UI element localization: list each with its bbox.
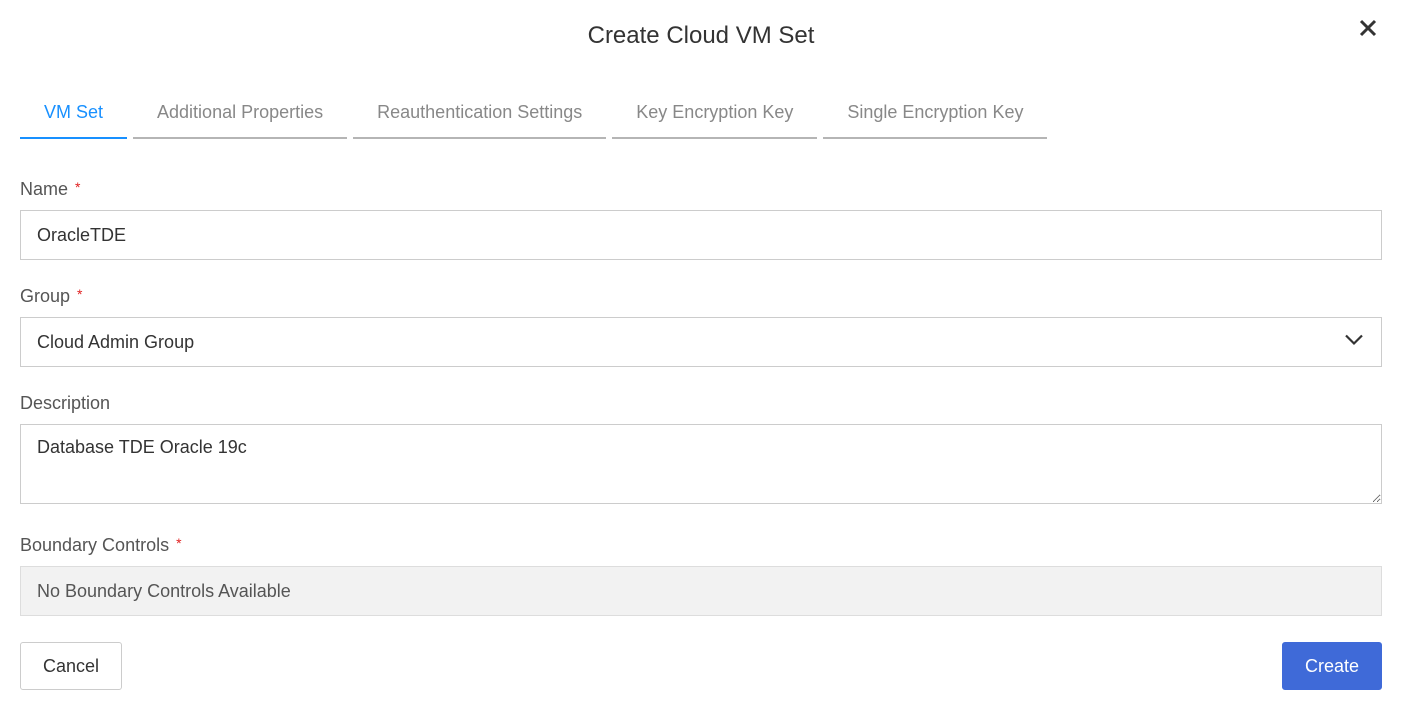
description-input[interactable] [20,424,1382,504]
field-description: Description [20,393,1382,509]
group-label: Group * [20,286,83,307]
create-button[interactable]: Create [1282,642,1382,690]
dialog-footer: Cancel Create [20,642,1382,710]
tab-additional-properties[interactable]: Additional Properties [133,90,347,139]
tabs: VM Set Additional Properties Reauthentic… [20,90,1382,139]
field-boundary-controls: Boundary Controls * No Boundary Controls… [20,535,1382,616]
dialog-title: Create Cloud VM Set [20,22,1382,50]
tab-reauthentication-settings[interactable]: Reauthentication Settings [353,90,606,139]
tab-key-encryption-key[interactable]: Key Encryption Key [612,90,817,139]
required-mark: * [176,535,181,551]
group-label-text: Group [20,286,70,306]
dialog-header: Create Cloud VM Set [20,0,1382,60]
tab-vm-set[interactable]: VM Set [20,90,127,139]
field-group: Group * Cloud Admin Group [20,286,1382,367]
required-mark: * [77,286,82,302]
boundary-label-text: Boundary Controls [20,535,169,555]
boundary-label: Boundary Controls * [20,535,182,556]
field-name: Name * [20,179,1382,260]
description-label: Description [20,393,110,414]
cancel-button[interactable]: Cancel [20,642,122,690]
tab-single-encryption-key[interactable]: Single Encryption Key [823,90,1047,139]
required-mark: * [75,179,80,195]
name-input[interactable] [20,210,1382,260]
form: Name * Group * Cloud Admin Group Descrip… [20,179,1382,616]
boundary-readonly: No Boundary Controls Available [20,566,1382,616]
name-label-text: Name [20,179,68,199]
name-label: Name * [20,179,80,200]
group-select[interactable]: Cloud Admin Group [20,317,1382,367]
group-select-wrap: Cloud Admin Group [20,317,1382,367]
close-icon[interactable] [1358,18,1382,42]
